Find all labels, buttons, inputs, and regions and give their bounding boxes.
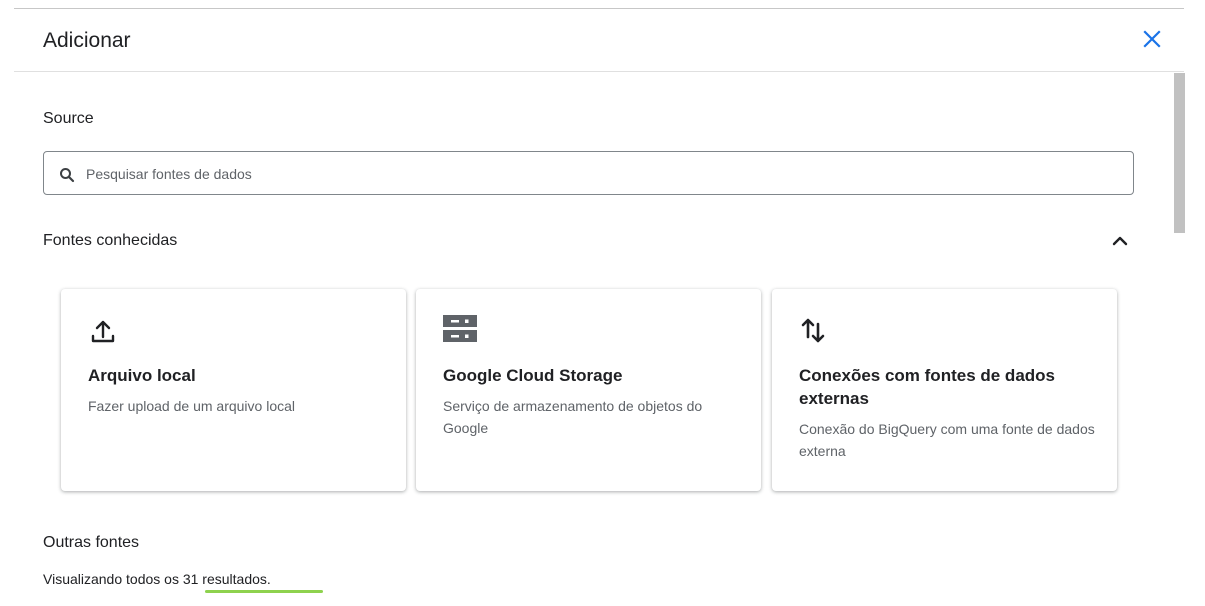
close-button[interactable] xyxy=(1140,27,1164,51)
dialog-title: Adicionar xyxy=(43,29,131,52)
other-sources-label: Outras fontes xyxy=(43,534,140,551)
card-description: Fazer upload de um arquivo local xyxy=(88,398,296,414)
header-divider xyxy=(14,71,1184,72)
results-count-text: Visualizando todos os 31 resultados. xyxy=(43,571,271,587)
swap-vert-icon xyxy=(799,315,829,345)
source-card-local-file[interactable]: Arquivo local Fazer upload de um arquivo… xyxy=(61,289,406,491)
search-input[interactable] xyxy=(84,152,1128,196)
source-card-google-cloud-storage[interactable]: Google Cloud Storage Serviço de armazena… xyxy=(416,289,761,491)
source-label: Source xyxy=(43,110,94,127)
scrollbar-thumb[interactable] xyxy=(1174,73,1185,233)
known-sources-label: Fontes conhecidas xyxy=(43,232,178,249)
card-description: Conexão do BigQuery com uma fonte de dad… xyxy=(799,421,1095,459)
storage-icon xyxy=(443,315,477,345)
dialog-header: Adicionar xyxy=(0,9,1185,71)
highlight-underline xyxy=(205,590,323,593)
close-icon xyxy=(1143,30,1161,48)
collapse-known-sources-button[interactable] xyxy=(1110,231,1130,256)
search-icon xyxy=(60,168,75,183)
search-field[interactable] xyxy=(43,151,1134,196)
card-title: Conexões com fontes de dados externas xyxy=(799,366,1055,408)
source-card-external-connections[interactable]: Conexões com fontes de dados externas Co… xyxy=(772,289,1117,491)
chevron-up-icon xyxy=(1112,236,1128,246)
card-title: Google Cloud Storage xyxy=(443,366,623,385)
card-description: Serviço de armazenamento de objetos do G… xyxy=(443,398,703,436)
upload-icon xyxy=(88,315,118,345)
card-title: Arquivo local xyxy=(88,366,196,385)
